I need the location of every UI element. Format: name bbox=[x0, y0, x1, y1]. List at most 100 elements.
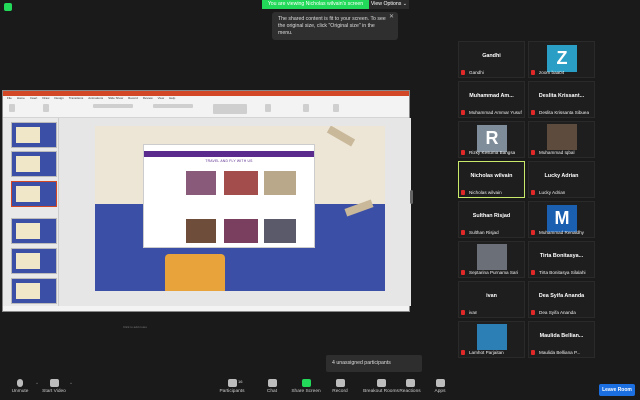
participant-name-label: Gandhi bbox=[469, 70, 484, 75]
participant-display-name: Muhammad Am... bbox=[469, 93, 514, 99]
view-options-button[interactable]: View Options ⌄ bbox=[369, 0, 409, 9]
ribbon-tab[interactable]: Review bbox=[143, 96, 153, 100]
notes-placeholder[interactable]: Click to add notes bbox=[123, 325, 147, 329]
participant-tile[interactable]: Deslita Krissant... Deslita Krissanta Sib… bbox=[528, 81, 595, 118]
participant-name-label: Muhammad Iqbal bbox=[539, 150, 575, 155]
thumb-paper bbox=[16, 156, 40, 172]
participant-tile[interactable]: Zzoom baa04 bbox=[528, 41, 595, 78]
travel-photo bbox=[264, 219, 296, 243]
unassigned-participants[interactable]: 4 unassigned participants bbox=[326, 355, 422, 372]
start-video-button[interactable]: Start Video ^ bbox=[34, 379, 74, 399]
participants-button[interactable]: 16 Participants bbox=[212, 379, 252, 399]
participant-tile[interactable]: Gandhi Gandhi bbox=[458, 41, 525, 78]
travel-photo bbox=[224, 171, 258, 195]
slide-thumbnails-pane bbox=[3, 118, 59, 306]
chat-icon bbox=[267, 379, 277, 387]
tooltip-close-icon[interactable]: ✕ bbox=[389, 14, 394, 21]
dictate-icon bbox=[333, 104, 339, 112]
paragraph-box bbox=[153, 104, 193, 108]
website-mockup: TRAVEL AND FLY WITH US bbox=[143, 144, 315, 248]
security-shield-icon[interactable] bbox=[4, 3, 12, 11]
participant-display-name: Gandhi bbox=[482, 53, 501, 59]
start-video-label: Start Video bbox=[42, 389, 66, 394]
participant-tile[interactable]: Lamhot Parjaitan bbox=[458, 321, 525, 358]
apps-label: Apps bbox=[434, 389, 446, 394]
participant-tile[interactable]: Maulida Bellian... Maulida Belliana P... bbox=[528, 321, 595, 358]
slide-canvas: TRAVEL AND FLY WITH US Click to add note… bbox=[59, 118, 411, 329]
ribbon-tab[interactable]: File bbox=[7, 96, 12, 100]
participant-name-label: ivan bbox=[469, 310, 478, 315]
ribbon-tab[interactable]: Insert bbox=[30, 96, 38, 100]
zoom-meeting-window: You are viewing Nicholas wilvain's scree… bbox=[0, 0, 640, 400]
participant-tile[interactable]: ivan ivan bbox=[458, 281, 525, 318]
slide-thumbnail[interactable] bbox=[11, 278, 57, 304]
record-button[interactable]: Record bbox=[320, 379, 360, 399]
participant-display-name: Tirta Bonitasya... bbox=[539, 253, 584, 259]
participant-display-name: ivan bbox=[486, 293, 497, 299]
participant-name-label: Nicholas wilvain bbox=[469, 190, 502, 195]
ribbon-tab[interactable]: Help bbox=[169, 96, 175, 100]
slide-thumbnail-selected[interactable] bbox=[11, 181, 57, 207]
star-badge-illustration bbox=[165, 254, 225, 291]
participant-tile[interactable]: Sulthan Risjad Sulthan Risjad bbox=[458, 201, 525, 238]
slide-thumbnail[interactable] bbox=[11, 151, 57, 177]
participant-name-label: Sulthan Risjad bbox=[469, 230, 499, 235]
travel-photo bbox=[224, 219, 258, 243]
leave-room-button[interactable]: Leave Room bbox=[599, 384, 635, 396]
participant-tile[interactable]: Septarina Purnama Sari bbox=[458, 241, 525, 278]
share-screen-label: Share Screen bbox=[291, 389, 321, 394]
participant-display-name: Deslita Krissant... bbox=[538, 93, 585, 99]
participant-tile[interactable]: Muhammad Iqbal bbox=[528, 121, 595, 158]
participant-name-label: Dea Syifa Ananda bbox=[539, 310, 576, 315]
participant-avatar: R bbox=[477, 125, 507, 152]
participant-name-label: Lamhot Parjaitan bbox=[469, 350, 504, 355]
record-label: Record bbox=[332, 389, 348, 394]
unmute-label: Unmute bbox=[11, 389, 29, 394]
participant-tile[interactable]: Tirta Bonitasya... Tirta Bonitasya Silala… bbox=[528, 241, 595, 278]
apps-icon bbox=[435, 379, 445, 387]
participant-name-label: Deslita Krissanta Sibuea bbox=[539, 110, 590, 115]
ribbon-tab[interactable]: Animations bbox=[88, 96, 103, 100]
website-heading: TRAVEL AND FLY WITH US bbox=[205, 159, 253, 163]
ribbon-tab[interactable]: Slide Show bbox=[108, 96, 123, 100]
ribbon-tab[interactable]: Transitions bbox=[69, 96, 84, 100]
apps-button[interactable]: Apps bbox=[420, 379, 460, 399]
participant-display-name: Nicholas wilvain bbox=[470, 173, 513, 179]
shared-screen: File Home Insert Draw Design Transitions Anima… bbox=[2, 90, 411, 329]
participants-count: 16 bbox=[238, 379, 243, 384]
participant-photo bbox=[477, 324, 507, 350]
tooltip-text: The shared content is fit to your screen… bbox=[278, 16, 386, 36]
participant-tile[interactable]: Dea Syifa Ananda Dea Syifa Ananda bbox=[528, 281, 595, 318]
designer-icon bbox=[303, 104, 309, 112]
participant-tile[interactable]: R Rizky Kesuma Bangsa bbox=[458, 121, 525, 158]
slide-thumbnail[interactable] bbox=[11, 218, 57, 244]
slide-thumbnail[interactable] bbox=[11, 248, 57, 274]
ribbon-tab[interactable]: Draw bbox=[42, 96, 49, 100]
ribbon-tab[interactable]: Design bbox=[54, 96, 63, 100]
participant-name-label: Septarina Purnama Sari bbox=[469, 270, 519, 275]
share-scrollbar[interactable] bbox=[410, 190, 413, 204]
share-screen-icon bbox=[301, 379, 311, 387]
ribbon-tab[interactable]: Record bbox=[128, 96, 138, 100]
travel-photo bbox=[186, 219, 216, 243]
ribbon-tab[interactable]: View bbox=[158, 96, 164, 100]
participant-tile[interactable]: Muhammad Am... Muhammad Ammar Yusuf bbox=[458, 81, 525, 118]
fit-screen-tooltip: The shared content is fit to your screen… bbox=[272, 12, 398, 40]
video-off-icon bbox=[49, 379, 59, 387]
ribbon-toolbar bbox=[3, 101, 409, 118]
chat-label: Chat bbox=[266, 389, 278, 394]
powerpoint-status-bar bbox=[3, 306, 409, 311]
participant-tile[interactable]: M Muhammad Renaldhy bbox=[528, 201, 595, 238]
slide-thumbnail[interactable] bbox=[11, 122, 57, 148]
participant-name-label: Muhammad Ammar Yusuf bbox=[469, 110, 522, 115]
thumb-paper bbox=[16, 253, 40, 269]
current-slide: TRAVEL AND FLY WITH US bbox=[95, 126, 385, 291]
record-icon bbox=[335, 379, 345, 387]
participant-tile[interactable]: Nicholas wilvain Nicholas wilvain bbox=[458, 161, 525, 198]
decor-tape bbox=[326, 126, 356, 147]
meeting-toolbar: Unmute ^ Start Video ^ 16 Participants Chat… bbox=[0, 376, 640, 400]
participant-tile[interactable]: Lucky Adrian Lucky Adrian bbox=[528, 161, 595, 198]
chevron-up-icon[interactable]: ^ bbox=[70, 381, 72, 386]
breakout-rooms-icon bbox=[376, 379, 386, 387]
ribbon-tab[interactable]: Home bbox=[17, 96, 25, 100]
